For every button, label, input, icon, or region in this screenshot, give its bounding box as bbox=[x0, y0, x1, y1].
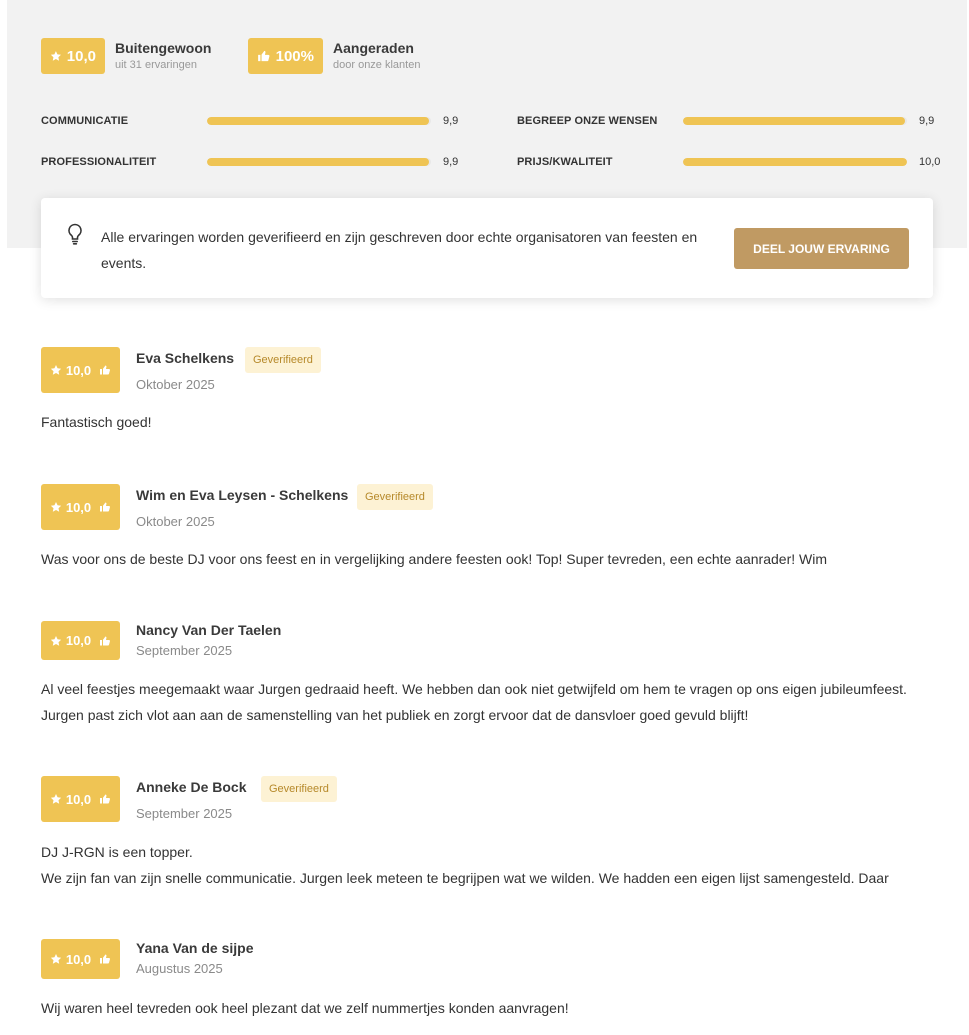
verified-badge: Geverifieerd bbox=[357, 484, 433, 510]
metric-fill bbox=[683, 158, 907, 166]
overall-rating-value: 10,0 bbox=[66, 47, 96, 65]
thumbs-up-icon bbox=[100, 794, 111, 804]
reviewer-name: Nancy Van Der Taelen bbox=[136, 622, 282, 638]
recommend-badge: 100% bbox=[248, 38, 323, 74]
metric-value: 10,0 bbox=[919, 156, 941, 168]
thumbs-up-icon bbox=[100, 636, 111, 645]
lightbulb-icon bbox=[68, 223, 82, 245]
recommend-value: 100% bbox=[275, 47, 314, 65]
thumbs-up-icon bbox=[258, 50, 270, 62]
review-score: 10,0 bbox=[65, 362, 92, 378]
metric-begreep-onze-wensen: Begreep onze wensen 9,9 bbox=[517, 113, 934, 129]
overall-rating-badge: 10,0 bbox=[41, 38, 105, 74]
reviewer-name: Eva Schelkens bbox=[136, 350, 235, 366]
recommend-title: Aangeraden bbox=[333, 40, 414, 57]
review-score: 10,0 bbox=[65, 633, 92, 648]
review-date: Oktober 2025 bbox=[136, 514, 215, 529]
metric-fill bbox=[207, 158, 429, 166]
star-icon bbox=[50, 502, 61, 512]
metric-label: Professionaliteit bbox=[41, 156, 157, 168]
review-score-badge: 10,0 bbox=[41, 347, 120, 393]
review-item: 10,0 Nancy Van Der Taelen September 2025… bbox=[41, 621, 941, 731]
metric-communicatie: Communicatie 9,9 bbox=[41, 113, 458, 129]
overall-rating-title: Buitengewoon bbox=[115, 40, 212, 57]
metric-prijs-kwaliteit: Prijs/kwaliteit 10,0 bbox=[517, 154, 940, 170]
review-date: Augustus 2025 bbox=[136, 961, 223, 976]
metric-label: Prijs/kwaliteit bbox=[517, 156, 613, 168]
metric-label: Communicatie bbox=[41, 115, 129, 127]
metric-label: Begreep onze wensen bbox=[517, 115, 658, 127]
review-item: 10,0 Anneke De Bock Geverifieerd Septemb… bbox=[41, 776, 941, 901]
verified-badge: Geverifieerd bbox=[261, 776, 337, 802]
overall-rating: 10,0 Buitengewoon uit 31 ervaringen bbox=[41, 38, 211, 74]
metric-value: 9,9 bbox=[443, 156, 459, 168]
review-score-badge: 10,0 bbox=[41, 484, 120, 530]
review-score-badge: 10,0 bbox=[41, 776, 120, 822]
review-text: Was voor ons de beste DJ voor ons feest … bbox=[41, 551, 828, 567]
review-date: Oktober 2025 bbox=[136, 377, 215, 392]
review-score-badge: 10,0 bbox=[41, 939, 120, 979]
review-score: 10,0 bbox=[65, 951, 92, 967]
recommend-subtitle: door onze klanten bbox=[333, 58, 421, 71]
review-text: Fantastisch goed! bbox=[41, 414, 152, 430]
review-date: September 2025 bbox=[136, 643, 233, 658]
metric-bar bbox=[683, 117, 907, 125]
overall-rating-subtitle: uit 31 ervaringen bbox=[115, 58, 197, 71]
metric-fill bbox=[683, 117, 905, 125]
metric-value: 9,9 bbox=[443, 115, 459, 127]
metric-value: 9,9 bbox=[919, 115, 935, 127]
metric-bar bbox=[207, 158, 431, 166]
review-item: 10,0 Eva Schelkens Geverifieerd Oktober … bbox=[41, 347, 941, 447]
star-icon bbox=[50, 794, 61, 804]
star-icon bbox=[50, 954, 61, 964]
review-text: Wij waren heel tevreden ook heel plezant… bbox=[41, 1000, 569, 1016]
thumbs-up-icon bbox=[100, 502, 111, 512]
verified-badge: Geverifieerd bbox=[245, 347, 321, 373]
review-score: 10,0 bbox=[65, 791, 92, 807]
star-icon bbox=[50, 365, 61, 375]
verification-info-card: Alle ervaringen worden geverifieerd en z… bbox=[41, 198, 933, 298]
review-item: 10,0 Yana Van de sijpe Augustus 2025 Wij… bbox=[41, 939, 941, 1029]
recommend-score: 100% Aangeraden door onze klanten bbox=[248, 38, 420, 74]
metric-bar bbox=[207, 117, 431, 125]
share-experience-button[interactable]: Deel jouw ervaring bbox=[734, 228, 909, 269]
metric-fill bbox=[207, 117, 429, 125]
review-date: September 2025 bbox=[136, 806, 233, 821]
reviewer-name: Yana Van de sijpe bbox=[136, 940, 254, 956]
star-icon bbox=[50, 635, 61, 646]
review-text-line: DJ J-RGN is een topper. bbox=[41, 844, 193, 860]
thumbs-up-icon bbox=[100, 954, 111, 964]
metric-professionaliteit: Professionaliteit 9,9 bbox=[41, 154, 458, 170]
verification-info-text: Alle ervaringen worden geverifieerd en z… bbox=[101, 229, 698, 271]
review-text: Al veel feestjes meegemaakt waar Jurgen … bbox=[41, 681, 907, 723]
review-score-badge: 10,0 bbox=[41, 621, 120, 660]
reviewer-name: Anneke De Bock bbox=[136, 779, 247, 795]
metric-bar bbox=[683, 158, 907, 166]
review-score: 10,0 bbox=[65, 499, 92, 515]
review-item: 10,0 Wim en Eva Leysen - Schelkens Gever… bbox=[41, 484, 941, 584]
star-icon bbox=[50, 51, 61, 61]
reviewer-name: Wim en Eva Leysen - Schelkens bbox=[136, 487, 349, 503]
thumbs-up-icon bbox=[100, 365, 111, 375]
review-text-line: We zijn fan van zijn snelle communicatie… bbox=[41, 870, 889, 886]
